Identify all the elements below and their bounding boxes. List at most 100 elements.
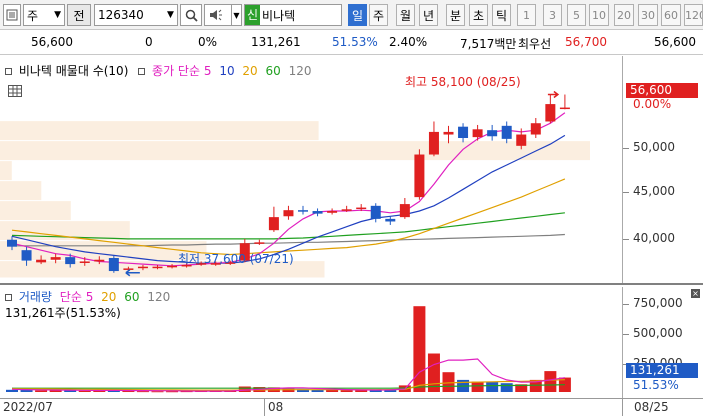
- interval-button-60[interactable]: 60: [661, 4, 681, 26]
- current-rate-tag: 0.00%: [633, 97, 672, 111]
- y-tick-label: 500,000: [633, 326, 683, 340]
- price-change: 0: [145, 35, 153, 49]
- sound-dropdown-button[interactable]: ▼: [232, 4, 242, 26]
- best-ask-label: 최우선: [518, 37, 552, 51]
- price-chart-panel[interactable]: 비나텍 매물대 수(10) 종가 단순 5 10 20 60 120 최고 58…: [0, 56, 703, 285]
- candle: [79, 261, 90, 263]
- ma60-period: 60: [265, 64, 281, 78]
- volume-chart-panel[interactable]: 거래량 단순 5 20 60 120 131,261주(51.53%) × 75…: [0, 287, 703, 398]
- price-chart[interactable]: [0, 56, 622, 285]
- candle: [399, 204, 410, 218]
- volume-bar: [122, 391, 135, 393]
- volume-bar: [326, 390, 339, 392]
- month-divider: [264, 399, 265, 416]
- candle: [94, 259, 105, 262]
- period-tab-second[interactable]: 초: [469, 4, 488, 26]
- period-label: 분: [449, 8, 462, 23]
- period-tab-minute[interactable]: 분: [446, 4, 465, 26]
- price-panel-title: 비나텍 매물대 수(10): [18, 64, 129, 78]
- interval-button-120[interactable]: 120: [684, 4, 703, 26]
- volume-profile-bar: [0, 161, 12, 181]
- volume-info: 131,261주(51.53%): [5, 306, 121, 320]
- volume-bar: [340, 390, 353, 392]
- current-price-tag: 56,600: [626, 83, 698, 98]
- candle: [487, 130, 498, 137]
- volume-bar: [238, 386, 251, 392]
- candle: [516, 134, 527, 146]
- volume-bar: [151, 391, 164, 393]
- period-tab-tick[interactable]: 틱: [492, 4, 511, 26]
- interval-label: 30: [641, 8, 655, 22]
- volume-bar: [500, 383, 513, 392]
- y-tick: [623, 334, 629, 335]
- list-icon[interactable]: [3, 4, 21, 26]
- interval-button-20[interactable]: 20: [614, 4, 634, 26]
- search-type-button[interactable]: 전: [67, 4, 91, 26]
- interval-label: 5: [573, 8, 580, 22]
- stock-name: 비나텍: [262, 8, 296, 23]
- x-axis-label: 08: [268, 400, 284, 414]
- current-price: 56,600: [31, 35, 73, 49]
- volume-bar: [442, 372, 455, 392]
- period-label: 주: [372, 8, 385, 23]
- candle: [530, 123, 541, 135]
- interval-button-5[interactable]: 5: [567, 4, 586, 26]
- toolbar: 주 ▼ 전 126340 ▼ ▼ 신 비나텍 일 주 월 년 분 초 틱 1 3…: [0, 0, 703, 30]
- stock-name-field[interactable]: 신 비나텍: [244, 4, 342, 26]
- x-axis: 2022/07 08 08/25: [0, 398, 703, 416]
- y-tick-label: 750,000: [633, 296, 683, 310]
- volume-bar: [6, 389, 18, 392]
- price-legend: 비나텍 매물대 수(10) 종가 단순 5 10 20 60 120: [5, 62, 312, 79]
- volume-bar: [35, 390, 48, 392]
- candle: [443, 131, 454, 135]
- interval-button-30[interactable]: 30: [638, 4, 658, 26]
- search-icon: [185, 9, 198, 22]
- sound-button[interactable]: [204, 4, 232, 26]
- grid-icon[interactable]: [8, 85, 22, 100]
- candle: [312, 211, 323, 214]
- market-select[interactable]: 주 ▼: [23, 4, 65, 26]
- interval-button-10[interactable]: 10: [589, 4, 609, 26]
- candle: [414, 154, 425, 198]
- market-value: 주: [27, 8, 39, 23]
- y-tick-label: 50,000: [633, 140, 675, 154]
- period-label: 월: [399, 8, 412, 23]
- y-tick-label: 40,000: [633, 231, 675, 245]
- volume-panel-title: 거래량: [18, 290, 52, 304]
- close-icon[interactable]: ×: [691, 289, 700, 298]
- y-tick-label: 45,000: [633, 184, 675, 198]
- candle: [283, 210, 294, 217]
- interval-button-3[interactable]: 3: [543, 4, 562, 26]
- code-dropdown-button[interactable]: ▼: [164, 4, 178, 26]
- panel-square-icon: [5, 68, 12, 75]
- period-tab-week[interactable]: 주: [369, 4, 388, 26]
- volume-legend: 거래량 단순 5 20 60 120: [5, 288, 170, 305]
- interval-label: 60: [664, 8, 678, 22]
- volume-y-axis: × 750,000 500,000 250,000 131,261 51.53%: [622, 287, 703, 398]
- candle: [341, 209, 352, 211]
- vma60-period: 60: [124, 290, 140, 304]
- period-tab-day[interactable]: 일: [348, 4, 367, 26]
- vma20-period: 20: [101, 290, 117, 304]
- volume-profile-bar: [0, 121, 319, 141]
- volume-ma-label: 단순: [59, 290, 82, 304]
- candle: [327, 211, 338, 213]
- trade-volume: 131,261: [251, 35, 301, 49]
- candle: [385, 218, 396, 222]
- volume-profile-bar: [0, 181, 42, 201]
- period-tab-year[interactable]: 년: [419, 4, 438, 26]
- search-button[interactable]: [180, 4, 202, 26]
- current-date-label: 08/25: [634, 400, 669, 414]
- candle: [268, 217, 279, 231]
- vma120-period: 120: [147, 290, 171, 304]
- turnover-rate: 2.40%: [389, 35, 428, 49]
- interval-label: 20: [617, 8, 631, 22]
- chevron-down-icon: ▼: [54, 10, 61, 20]
- candle: [458, 126, 469, 138]
- best-ask-price: 56,700: [565, 35, 607, 49]
- period-tab-month[interactable]: 월: [396, 4, 415, 26]
- new-listing-badge: 신: [245, 5, 261, 25]
- ma120-period: 120: [288, 64, 312, 78]
- interval-button-1[interactable]: 1: [517, 4, 536, 26]
- candle: [370, 205, 381, 219]
